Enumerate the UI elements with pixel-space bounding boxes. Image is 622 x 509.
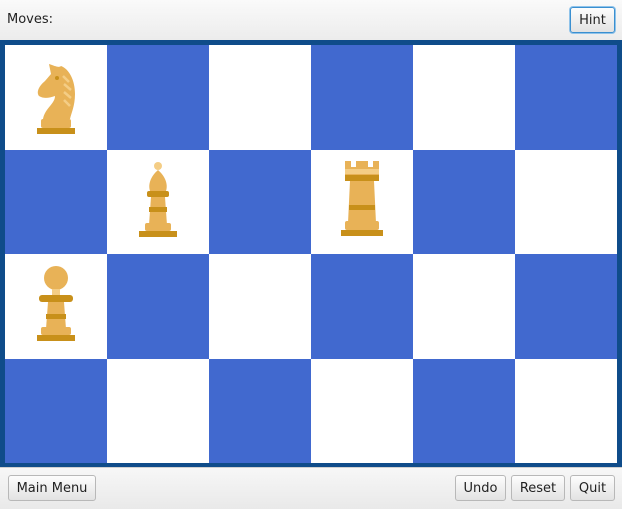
quit-button[interactable]: Quit [570, 475, 615, 501]
bottom-toolbar: Main Menu Undo Reset Quit [0, 467, 622, 509]
board-square[interactable] [107, 149, 209, 254]
board-square[interactable] [311, 149, 413, 254]
board-square[interactable] [413, 45, 515, 150]
board-square[interactable] [311, 45, 413, 150]
knight-piece-icon[interactable] [33, 54, 79, 136]
pawn-piece-icon[interactable] [35, 265, 77, 343]
bishop-piece-icon[interactable] [137, 161, 179, 239]
rook-piece-icon[interactable] [339, 159, 385, 239]
board-square[interactable] [515, 149, 617, 254]
board-square[interactable] [413, 358, 515, 463]
board-square[interactable] [107, 358, 209, 463]
board-square[interactable] [107, 254, 209, 359]
board-square[interactable] [413, 149, 515, 254]
board-square[interactable] [311, 358, 413, 463]
board-square[interactable] [209, 358, 311, 463]
board-square[interactable] [5, 149, 107, 254]
board-square[interactable] [413, 254, 515, 359]
main-menu-button[interactable]: Main Menu [8, 475, 96, 501]
board-square[interactable] [5, 254, 107, 359]
board-square[interactable] [311, 254, 413, 359]
reset-button[interactable]: Reset [511, 475, 565, 501]
board-square[interactable] [209, 149, 311, 254]
board-square[interactable] [515, 358, 617, 463]
top-toolbar: Moves: Hint [0, 0, 622, 41]
hint-button[interactable]: Hint [570, 7, 615, 33]
undo-button[interactable]: Undo [455, 475, 506, 501]
chess-board[interactable] [5, 45, 617, 463]
board-square[interactable] [107, 45, 209, 150]
board-square[interactable] [5, 358, 107, 463]
board-square[interactable] [209, 254, 311, 359]
board-square[interactable] [209, 45, 311, 150]
board-square[interactable] [5, 45, 107, 150]
board-frame [0, 40, 622, 467]
board-square[interactable] [515, 254, 617, 359]
board-square[interactable] [515, 45, 617, 150]
moves-label: Moves: [7, 12, 54, 27]
